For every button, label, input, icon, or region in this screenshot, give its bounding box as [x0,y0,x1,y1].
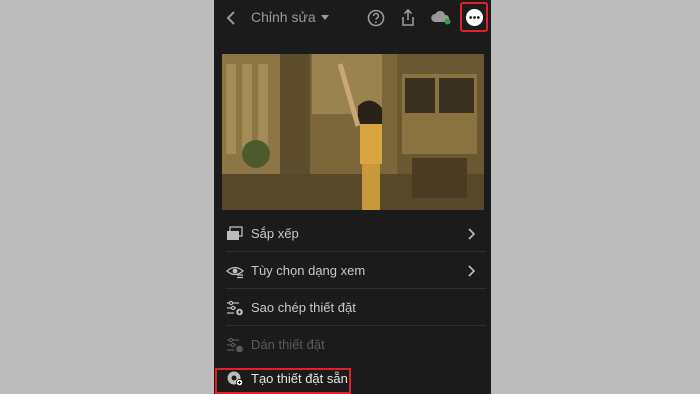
chevron-left-icon[interactable] [222,8,242,28]
caret-down-icon [320,14,329,20]
photo-preview [222,54,484,210]
options-menu: Sắp xếp Tùy chọn dạng xem Sao chép thiết… [214,213,491,394]
menu-item-label: Sao chép thiết đặt [251,300,356,315]
menu-item-copy-settings[interactable]: Sao chép thiết đặt [214,289,491,326]
menu-item-paste-settings: Dán thiết đặt [214,326,491,363]
create-preset-highlight [215,368,351,394]
more-horizontal-icon[interactable] [465,8,484,27]
eye-options-icon [226,266,244,279]
chevron-right-icon [468,228,476,240]
edit-mode-dropdown[interactable]: Chỉnh sửa [251,9,329,25]
page-title: Chỉnh sửa [251,9,316,25]
app-screen: Chỉnh sửa Sắp xếp Tùy chọn dạng xem Sao … [214,0,491,394]
menu-item-arrange[interactable]: Sắp xếp [214,215,491,252]
help-circle-icon[interactable] [364,6,388,30]
chevron-right-icon [468,265,476,277]
menu-item-label: Tùy chọn dạng xem [251,263,366,278]
menu-item-label: Sắp xếp [251,226,299,241]
menu-item-label: Dán thiết đặt [251,337,325,352]
folders-icon [227,226,243,240]
cloud-sync-icon[interactable] [429,6,453,30]
share-icon[interactable] [396,6,420,30]
paste-settings-icon [227,337,243,353]
menu-item-view-options[interactable]: Tùy chọn dạng xem [214,252,491,289]
copy-settings-icon [227,300,243,316]
top-toolbar: Chỉnh sửa [214,0,491,38]
